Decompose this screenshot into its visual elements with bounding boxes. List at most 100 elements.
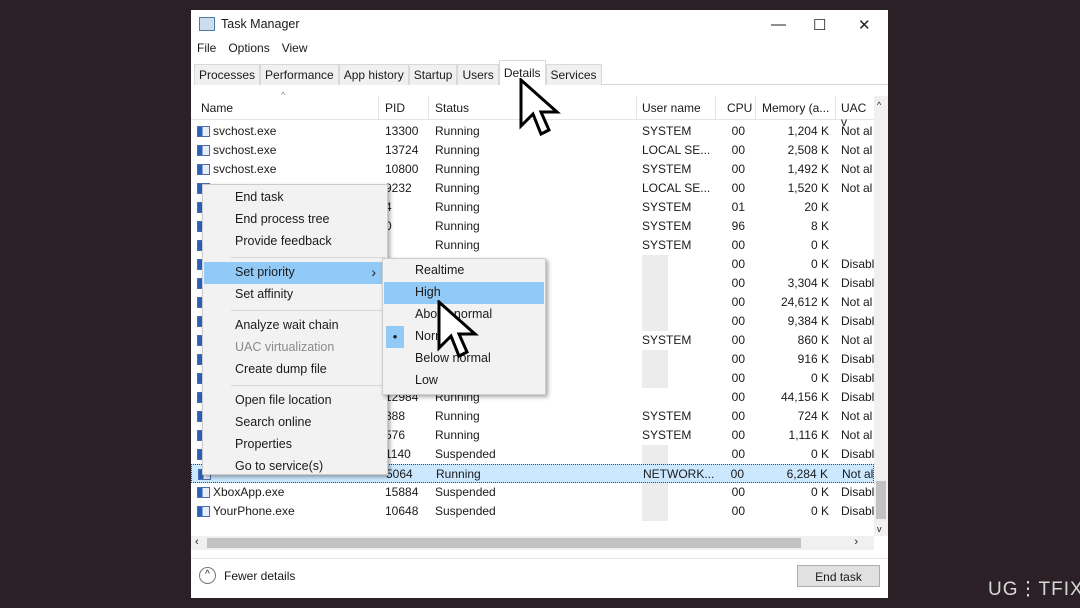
cell-status: Running (435, 409, 480, 423)
cell-memory: 0 K (810, 238, 829, 252)
cell-memory: 1,116 K (788, 428, 829, 442)
cell-user: SYSTEM (642, 238, 692, 252)
cell-user: SYSTEM (642, 124, 692, 138)
cell-pid: 9232 (385, 181, 412, 195)
column-user-name[interactable]: User name (642, 101, 701, 115)
footer: ^ Fewer details End task (191, 558, 888, 598)
vertical-scrollbar[interactable]: ^ v (874, 96, 888, 536)
cell-memory: 1,204 K (787, 124, 829, 138)
minimize-button[interactable]: — (771, 16, 786, 33)
column-status[interactable]: Status (435, 101, 469, 115)
menu-item-create-dump-file[interactable]: Create dump file (204, 359, 386, 381)
column-name[interactable]: Name (201, 101, 233, 115)
table-row[interactable]: XboxApp.exe 15884 Suspended 00 0 K Disabl (191, 483, 874, 502)
tab-app-history[interactable]: App history (338, 64, 409, 85)
table-row[interactable]: svchost.exe 10800 Running SYSTEM 00 1,492 K No… (191, 160, 874, 179)
menu-item-go-to-service-s[interactable]: Go to service(s) (204, 456, 386, 478)
cell-uac: Disabl (841, 257, 875, 271)
window-title: Task Manager (221, 17, 300, 31)
redacted-user (642, 483, 668, 502)
watermark-logo: UG⋮TFIX (988, 579, 1080, 600)
menu-item-end-task[interactable]: End task (204, 187, 386, 209)
cell-cpu: 00 (731, 276, 745, 290)
cell-name: svchost.exe (213, 143, 277, 157)
menu-item-provide-feedback[interactable]: Provide feedback (204, 231, 386, 253)
tab-performance[interactable]: Performance (260, 64, 339, 85)
menu-item-uac-virtualization: UAC virtualization (204, 337, 386, 359)
column-memory[interactable]: Memory (a... (762, 101, 829, 115)
menu-bar: File Options View (197, 41, 308, 55)
column-pid[interactable]: PID (385, 101, 405, 115)
cell-cpu: 00 (731, 295, 745, 309)
menu-view[interactable]: View (282, 41, 308, 55)
cell-uac: Not al (841, 181, 873, 195)
column-cpu[interactable]: CPU (727, 101, 752, 115)
priority-realtime[interactable]: Realtime (384, 260, 544, 282)
menu-separator (231, 385, 385, 386)
table-row[interactable]: svchost.exe 13724 Running LOCAL SE... 00 2,50… (191, 141, 874, 160)
cell-cpu: 01 (731, 200, 745, 214)
cell-memory: 1,520 K (787, 181, 829, 195)
cell-pid: 576 (385, 428, 406, 442)
cell-status: Running (435, 238, 480, 252)
cell-status: Suspended (435, 485, 496, 499)
close-button[interactable]: ✕ (858, 16, 871, 34)
cell-status: Running (435, 143, 480, 157)
scroll-down-icon[interactable]: v (877, 524, 882, 534)
cell-cpu: 96 (731, 219, 745, 233)
cell-memory: 0 K (810, 447, 829, 461)
tab-users[interactable]: Users (457, 64, 499, 85)
menu-item-label: Properties (235, 437, 292, 451)
end-task-button[interactable]: End task (797, 565, 880, 587)
collapse-icon[interactable]: ^ (199, 567, 216, 584)
cell-user: SYSTEM (642, 162, 692, 176)
menu-item-label: End task (235, 190, 284, 204)
priority-low[interactable]: Low (384, 370, 544, 392)
menu-item-search-online[interactable]: Search online (204, 412, 386, 434)
scroll-thumb[interactable] (876, 481, 886, 519)
menu-item-set-priority[interactable]: Set priority › (204, 262, 386, 284)
cell-uac: Not al (841, 143, 873, 157)
menu-item-properties[interactable]: Properties (204, 434, 386, 456)
tab-processes[interactable]: Processes (194, 64, 261, 85)
menu-item-set-affinity[interactable]: Set affinity (204, 284, 386, 306)
menu-options[interactable]: Options (228, 41, 269, 55)
redacted-user (642, 312, 668, 331)
cell-status: Running (435, 200, 480, 214)
cell-uac: Not al (841, 409, 873, 423)
context-menu: End task End process tree Provide feedback… (202, 184, 388, 475)
cell-cpu: 00 (731, 390, 745, 404)
cell-memory: 44,156 K (780, 390, 829, 404)
cell-user: SYSTEM (642, 200, 692, 214)
cell-name: XboxApp.exe (213, 485, 285, 499)
redacted-user (642, 445, 668, 464)
process-icon (197, 487, 210, 498)
cell-cpu: 00 (731, 352, 745, 366)
cell-uac: Disabl (841, 314, 875, 328)
menu-item-open-file-location[interactable]: Open file location (204, 390, 386, 412)
cell-cpu: 00 (731, 428, 745, 442)
menu-item-analyze-wait-chain[interactable]: Analyze wait chain (204, 315, 386, 337)
hscroll-thumb[interactable] (207, 538, 801, 548)
cell-pid: 15884 (385, 485, 419, 499)
horizontal-scrollbar[interactable]: ‹ › (191, 536, 874, 550)
cell-uac: Not al (841, 162, 873, 176)
menu-file[interactable]: File (197, 41, 216, 55)
cell-cpu: 00 (731, 409, 745, 423)
maximize-button[interactable]: ☐ (813, 16, 826, 34)
cell-memory: 24,612 K (780, 295, 829, 309)
menu-item-label: High (415, 285, 441, 299)
tab-startup[interactable]: Startup (408, 64, 458, 85)
menu-separator (231, 310, 385, 311)
scroll-right-icon[interactable]: › (854, 536, 858, 548)
scroll-up-icon[interactable]: ^ (877, 100, 881, 110)
menu-item-end-process-tree[interactable]: End process tree (204, 209, 386, 231)
cell-name: svchost.exe (213, 162, 277, 176)
fewer-details-link[interactable]: Fewer details (224, 569, 295, 583)
table-row[interactable]: YourPhone.exe 10648 Suspended 00 0 K Disabl (191, 502, 874, 521)
cell-user: LOCAL SE... (642, 143, 711, 157)
cell-name: YourPhone.exe (213, 504, 295, 518)
cell-uac: Disabl (841, 485, 875, 499)
scroll-left-icon[interactable]: ‹ (195, 536, 199, 548)
redacted-user (642, 350, 668, 369)
